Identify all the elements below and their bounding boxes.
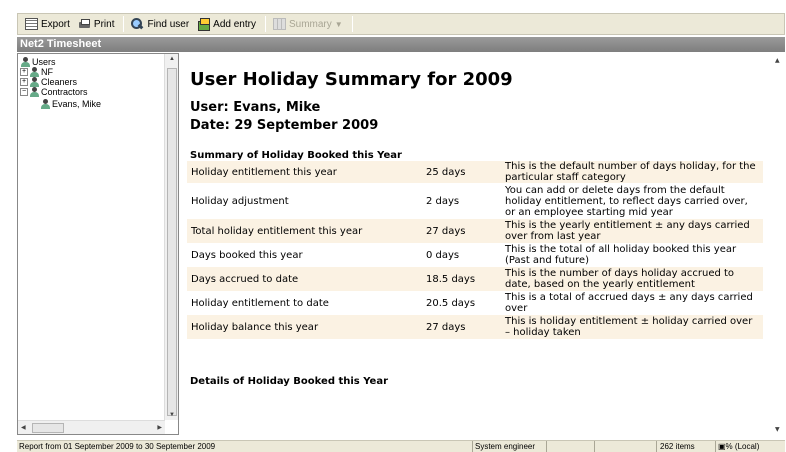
row-note: This is holiday entitlement ± holiday ca… <box>501 315 763 339</box>
export-label: Export <box>41 18 70 30</box>
status-empty-1 <box>546 441 592 452</box>
print-button[interactable]: Print <box>75 15 118 33</box>
user-tree: Users + NF + Cleaners − Contractors Evan… <box>20 57 101 109</box>
scroll-up-icon[interactable]: ▲ <box>169 56 175 62</box>
row-value: 2 days <box>426 195 460 207</box>
toolbar-separator <box>351 16 353 32</box>
tree-item-label: NF <box>41 67 53 77</box>
add-entry-label: Add entry <box>213 18 256 30</box>
table-row: Holiday adjustment 2 days You can add or… <box>187 183 763 219</box>
users-group-icon <box>29 87 39 97</box>
row-value: 18.5 days <box>422 267 501 291</box>
report-user: User: Evans, Mike <box>190 100 321 115</box>
window-title-bar: Net2 Timesheet <box>17 37 785 52</box>
row-label: Days accrued to date <box>187 267 422 291</box>
tree-item-nf[interactable]: + NF <box>20 67 101 77</box>
tree-item-label: Contractors <box>41 87 88 97</box>
details-heading: Details of Holiday Booked this Year <box>190 376 389 387</box>
report-vertical-scrollbar[interactable]: ▲ ▼ <box>771 53 785 435</box>
scroll-up-icon[interactable]: ▲ <box>775 57 780 64</box>
database-icon: ▣% <box>718 442 735 451</box>
holiday-summary-table: Holiday entitlement this year 25 days Th… <box>187 161 763 339</box>
expand-icon[interactable]: + <box>20 68 28 76</box>
users-group-icon <box>20 57 30 67</box>
row-label: Holiday balance this year <box>187 315 422 339</box>
tree-item-cleaners[interactable]: + Cleaners <box>20 77 101 87</box>
add-entry-button[interactable]: Add entry <box>194 15 259 33</box>
row-note: This is the yearly entitlement ± any day… <box>501 219 763 243</box>
export-button[interactable]: Export <box>22 15 73 33</box>
scrollbar-thumb[interactable] <box>32 423 64 433</box>
tree-item-label: Evans, Mike <box>52 99 102 109</box>
printer-icon <box>78 18 91 30</box>
row-label: Holiday entitlement to date <box>191 297 329 309</box>
row-value: 27 days <box>422 315 501 339</box>
user-icon <box>40 99 50 109</box>
chevron-down-icon: ▼ <box>334 19 343 29</box>
row-note: This is the total of all holiday booked … <box>505 244 737 266</box>
status-location: ▣% (Local) <box>715 441 785 452</box>
table-row: Total holiday entitlement this year 27 d… <box>187 219 763 243</box>
tree-item-users[interactable]: Users <box>20 57 101 67</box>
tree-vertical-scrollbar[interactable]: ▲ ▼ <box>164 54 178 420</box>
row-value: 25 days <box>422 161 501 183</box>
tree-item-evans-mike[interactable]: Evans, Mike <box>20 99 101 109</box>
collapse-icon[interactable]: − <box>20 88 28 96</box>
tree-item-label: Cleaners <box>41 77 78 87</box>
find-user-button[interactable]: Find user <box>128 15 192 33</box>
row-note: You can add or delete days from the defa… <box>505 184 748 218</box>
find-user-label: Find user <box>147 18 190 30</box>
users-group-icon <box>29 67 39 77</box>
tree-horizontal-scrollbar[interactable]: ◀ ▶ <box>18 420 165 434</box>
scroll-left-icon[interactable]: ◀ <box>21 424 26 431</box>
report-title: User Holiday Summary for 2009 <box>190 69 513 90</box>
toolbar: Export Print Find user Add entry Summary… <box>17 13 785 35</box>
status-location-label: (Local) <box>734 442 760 451</box>
row-note: This is the number of days holiday accru… <box>501 267 763 291</box>
status-bar: Report from 01 September 2009 to 30 Sept… <box>17 440 785 452</box>
expand-icon[interactable]: + <box>20 78 28 86</box>
summary-icon <box>272 18 286 30</box>
scroll-down-icon[interactable]: ▼ <box>775 426 780 433</box>
tree-item-contractors[interactable]: − Contractors <box>20 87 101 97</box>
row-value: 27 days <box>422 219 501 243</box>
scroll-down-icon[interactable]: ▼ <box>169 412 175 418</box>
status-report-range: Report from 01 September 2009 to 30 Sept… <box>19 442 216 451</box>
status-role: System engineer <box>472 441 544 452</box>
table-row: Days accrued to date 18.5 days This is t… <box>187 267 763 291</box>
toolbar-separator <box>264 16 266 32</box>
users-group-icon <box>29 77 39 87</box>
status-empty-2 <box>594 441 654 452</box>
summary-label: Summary <box>288 18 332 30</box>
tree-item-label: Users <box>32 57 56 67</box>
find-user-icon <box>131 18 144 30</box>
scrollbar-thumb[interactable] <box>167 68 177 416</box>
table-row: Holiday balance this year 27 days This i… <box>187 315 763 339</box>
row-value: 20.5 days <box>426 297 476 309</box>
export-icon <box>25 18 38 30</box>
print-label: Print <box>93 18 115 30</box>
row-note: This is a total of accrued days ± any da… <box>505 292 753 314</box>
summary-dropdown-button[interactable]: Summary ▼ <box>270 15 346 33</box>
status-item-count: 262 items <box>660 442 695 451</box>
summary-heading: Summary of Holiday Booked this Year <box>190 150 402 161</box>
table-row: Holiday entitlement to date 20.5 days Th… <box>187 291 763 315</box>
row-label: Holiday entitlement this year <box>187 161 422 183</box>
user-tree-pane: Users + NF + Cleaners − Contractors Evan… <box>17 53 179 435</box>
report-date: Date: 29 September 2009 <box>190 118 379 133</box>
table-row: Days booked this year 0 days This is the… <box>187 243 763 267</box>
table-row: Holiday entitlement this year 25 days Th… <box>187 161 763 183</box>
row-value: 0 days <box>426 249 460 261</box>
toolbar-separator <box>123 16 125 32</box>
report-pane: User Holiday Summary for 2009 User: Evan… <box>181 53 785 435</box>
row-label: Total holiday entitlement this year <box>187 219 422 243</box>
scroll-right-icon[interactable]: ▶ <box>157 424 162 431</box>
add-entry-icon <box>197 18 211 31</box>
row-note: This is the default number of days holid… <box>501 161 763 183</box>
row-label: Holiday adjustment <box>191 195 289 207</box>
row-label: Days booked this year <box>191 249 303 261</box>
